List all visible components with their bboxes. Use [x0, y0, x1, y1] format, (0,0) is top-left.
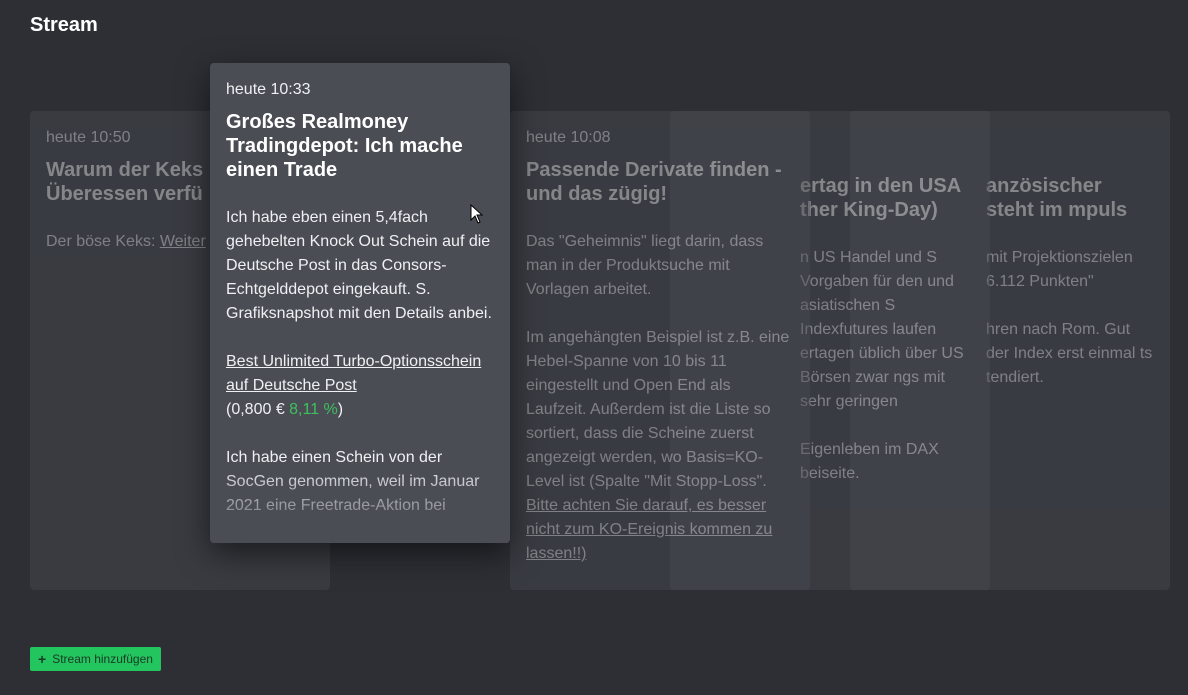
card-title: anzösischer steht im mpuls	[986, 175, 1128, 221]
product-link[interactable]: Best Unlimited Turbo-Optionsschein auf D…	[226, 353, 481, 394]
card-title: Warum der Keks Überessen verfü	[46, 159, 204, 205]
card-text: Ich habe eben einen 5,4fach gehebelten K…	[226, 209, 492, 322]
card-text: mit Projektionszielen 6.112 Punkten"	[986, 249, 1133, 290]
add-stream-button[interactable]: + Stream hinzufügen	[30, 647, 161, 671]
card-title: Großes Realmoney Tradingdepot: Ich mache…	[226, 111, 463, 181]
card-title: ertag in den USA ther King-Day)	[800, 175, 961, 221]
card-text: Das "Geheimnis" liegt darin, dass man in…	[526, 233, 764, 298]
price-close: )	[337, 401, 344, 418]
card-product: Best Unlimited Turbo-Optionsschein auf D…	[226, 350, 494, 422]
plus-icon: +	[38, 651, 47, 667]
page-title: Stream	[30, 14, 98, 36]
price-change: 8,11 %	[289, 401, 338, 418]
fade-overlay	[210, 463, 510, 543]
card-time: heute 10:33	[226, 81, 311, 98]
card-text-part: Der böse Keks:	[46, 233, 160, 250]
add-stream-label: Stream hinzufügen	[52, 652, 153, 666]
card-link[interactable]: Weiter	[160, 233, 206, 250]
card-time: heute 10:08	[526, 129, 611, 146]
card-link[interactable]: Bitte achten Sie darauf, es besser nicht…	[526, 497, 772, 562]
mouse-cursor-icon	[470, 204, 484, 224]
stream-card-3[interactable]: heute 10:08 Passende Derivate finden - u…	[510, 111, 810, 590]
card-text: hren nach Rom. Gut der Index erst einmal…	[986, 321, 1153, 386]
card-text-part: Im angehängten Beispiel ist z.B. eine He…	[526, 329, 790, 490]
card-text: Im angehängten Beispiel ist z.B. eine He…	[526, 326, 794, 566]
card-title: Passende Derivate finden - und das zügig…	[526, 159, 782, 205]
stream-card-2[interactable]: heute 10:33 Großes Realmoney Tradingdepo…	[210, 63, 510, 543]
card-text: n US Handel und S Vorgaben für den und a…	[800, 249, 964, 410]
card-text: Eigenleben im DAX beiseite.	[800, 441, 939, 482]
price-open: (0,800 €	[226, 401, 290, 418]
